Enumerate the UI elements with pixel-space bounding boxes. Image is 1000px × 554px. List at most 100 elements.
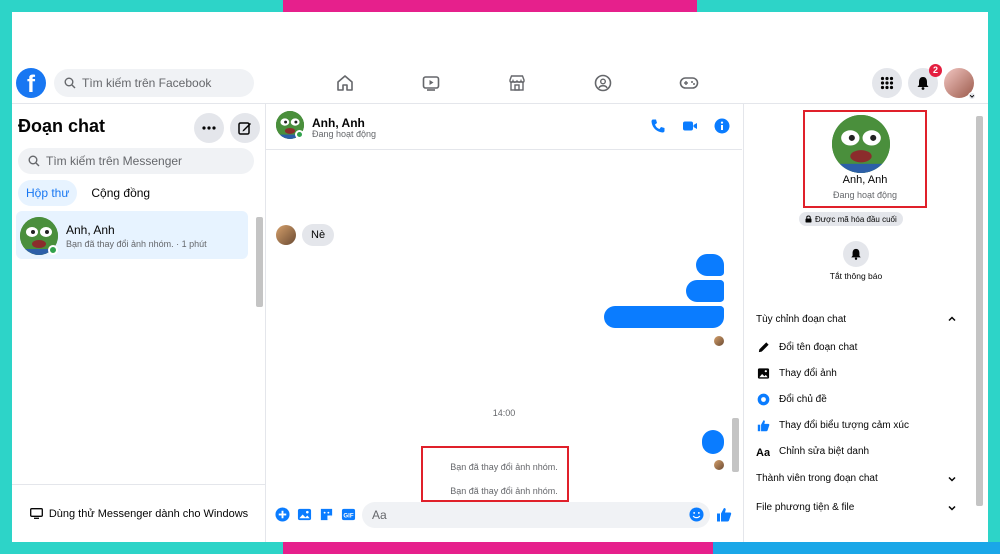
lock-icon xyxy=(805,215,812,223)
messenger-search-placeholder: Tìm kiếm trên Messenger xyxy=(46,154,183,168)
groups-icon xyxy=(594,74,612,92)
more-actions-button[interactable] xyxy=(274,507,290,523)
conversation-info-panel: Anh, Anh Đang hoạt động Được mã hóa đầu … xyxy=(743,104,988,542)
info-scrollbar[interactable] xyxy=(974,110,984,530)
menu-button[interactable] xyxy=(872,68,902,98)
incoming-message: Nè xyxy=(276,224,335,246)
conversation-name: Anh, Anh xyxy=(66,223,115,237)
section-chat-members[interactable]: Thành viên trong đoạn chat xyxy=(756,473,878,484)
sticker-icon xyxy=(320,508,332,521)
message-input-placeholder: Aa xyxy=(372,507,387,522)
nav-marketplace[interactable] xyxy=(474,68,560,98)
sticker-button[interactable] xyxy=(318,507,334,523)
pepe-avatar-icon xyxy=(832,115,890,173)
image-icon xyxy=(757,367,769,379)
like-icon xyxy=(757,419,769,431)
outgoing-bubble[interactable] xyxy=(702,430,724,454)
option-edit-nicknames[interactable]: Aa Chỉnh sửa biệt danh xyxy=(756,444,869,458)
system-message: Bạn đã thay đổi ảnh nhóm. xyxy=(450,462,558,472)
grid-menu-icon xyxy=(880,76,894,90)
account-avatar[interactable] xyxy=(944,68,976,100)
info-avatar[interactable] xyxy=(832,115,890,173)
top-navbar: f Tìm kiếm trên Facebook 2 xyxy=(12,64,988,104)
gif-button[interactable]: GIF xyxy=(340,507,356,523)
online-indicator xyxy=(48,245,58,255)
seen-indicator xyxy=(714,336,724,346)
attach-image-button[interactable] xyxy=(296,507,312,523)
notification-badge: 2 xyxy=(929,64,942,77)
option-label: Thay đổi biểu tượng cảm xúc xyxy=(779,419,909,431)
chat-scrollbar[interactable] xyxy=(730,154,740,484)
chevron-down-icon[interactable] xyxy=(947,503,957,513)
nav-groups[interactable] xyxy=(560,68,646,98)
new-message-button[interactable] xyxy=(230,113,260,143)
try-messenger-windows-link[interactable]: Dùng thử Messenger dành cho Windows xyxy=(12,484,266,542)
search-icon xyxy=(64,77,76,89)
info-icon[interactable] xyxy=(714,118,730,134)
chevron-down-icon xyxy=(968,92,976,100)
monitor-icon xyxy=(29,508,43,519)
option-rename-chat[interactable]: Đổi tên đoạn chat xyxy=(756,340,857,354)
chat-name[interactable]: Anh, Anh xyxy=(312,116,365,130)
chevron-up-icon[interactable] xyxy=(947,314,957,324)
chat-header-avatar[interactable] xyxy=(276,111,304,139)
outgoing-bubble[interactable] xyxy=(696,254,724,276)
time-separator: 14:00 xyxy=(492,408,516,418)
sidebar-title: Đoạn chat xyxy=(18,116,106,136)
chevron-down-icon[interactable] xyxy=(947,474,957,484)
tab-community[interactable]: Cộng đồng xyxy=(83,180,158,206)
video-icon xyxy=(422,76,440,91)
like-icon xyxy=(717,508,732,522)
sidebar-scrollbar[interactable] xyxy=(254,211,264,481)
video-call-icon[interactable] xyxy=(682,118,698,134)
nav-home[interactable] xyxy=(302,68,388,98)
e2e-encryption-badge[interactable]: Được mã hóa đầu cuối xyxy=(799,212,903,226)
option-label: Đổi chủ đề xyxy=(779,393,827,405)
tab-inbox[interactable]: Hộp thư xyxy=(18,180,78,206)
facebook-search-input[interactable]: Tìm kiếm trên Facebook xyxy=(54,69,254,97)
messenger-search-input[interactable]: Tìm kiếm trên Messenger xyxy=(18,148,254,174)
nickname-icon: Aa xyxy=(756,447,770,458)
outgoing-bubble[interactable] xyxy=(686,280,724,302)
option-label: Chỉnh sửa biệt danh xyxy=(779,445,870,457)
option-change-theme[interactable]: Đổi chủ đề xyxy=(756,392,827,406)
message-list: Nè 14:00 xyxy=(266,150,742,486)
conversation-pane: Anh, Anh Đang hoạt động Nè 14:00 Bạn đã … xyxy=(266,104,742,542)
online-indicator xyxy=(295,130,304,139)
message-composer: GIF Aa xyxy=(266,487,742,542)
section-media-files[interactable]: File phương tiện & file xyxy=(756,502,854,513)
option-change-photo[interactable]: Thay đổi ảnh xyxy=(756,366,837,380)
home-icon xyxy=(337,75,353,91)
gaming-icon xyxy=(679,77,699,89)
notifications-button[interactable]: 2 xyxy=(908,64,942,98)
pencil-icon xyxy=(758,341,769,352)
marketplace-icon xyxy=(509,75,525,91)
facebook-messenger-app: f Tìm kiếm trên Facebook 2 Đoạn chat Tìm… xyxy=(12,64,988,542)
info-name: Anh, Anh xyxy=(842,174,888,186)
highlight-box-profile: Anh, Anh Đang hoạt động xyxy=(803,110,927,208)
conversation-item[interactable]: Anh, Anh Bạn đã thay đổi ảnh nhóm. · 1 p… xyxy=(16,211,248,259)
svg-text:Aa: Aa xyxy=(756,447,770,458)
try-messenger-label: Dùng thử Messenger dành cho Windows xyxy=(48,507,249,520)
nav-video[interactable] xyxy=(388,68,474,98)
send-like-button[interactable] xyxy=(716,507,732,523)
svg-text:GIF: GIF xyxy=(343,512,353,519)
emoji-icon[interactable] xyxy=(689,506,704,522)
phone-call-icon[interactable] xyxy=(650,118,666,134)
search-placeholder: Tìm kiếm trên Facebook xyxy=(82,76,212,90)
nav-gaming[interactable] xyxy=(646,68,732,98)
more-horizontal-icon xyxy=(202,126,216,130)
outgoing-bubble[interactable] xyxy=(604,306,724,328)
option-change-emoji[interactable]: Thay đổi biểu tượng cảm xúc xyxy=(756,418,909,432)
mute-notifications-button[interactable] xyxy=(843,241,869,267)
more-options-button[interactable] xyxy=(194,113,224,143)
chat-header: Anh, Anh Đang hoạt động xyxy=(266,104,742,150)
incoming-bubble[interactable]: Nè xyxy=(302,224,335,246)
message-input[interactable]: Aa xyxy=(362,501,710,528)
conversation-preview: Bạn đã thay đổi ảnh nhóm. · 1 phút xyxy=(66,239,207,249)
sender-avatar xyxy=(276,225,296,245)
conversation-avatar xyxy=(20,217,58,255)
section-customize-chat[interactable]: Tùy chỉnh đoạn chat xyxy=(756,314,846,325)
plus-circle-icon xyxy=(274,507,290,522)
facebook-logo-icon[interactable]: f xyxy=(16,68,46,98)
